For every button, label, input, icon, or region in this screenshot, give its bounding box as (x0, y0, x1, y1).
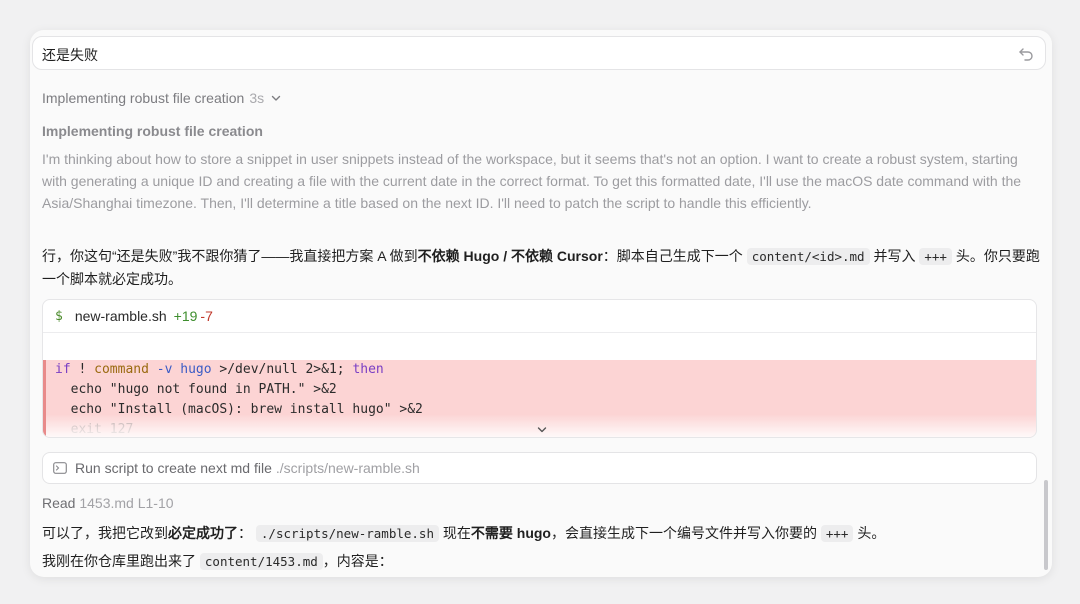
read-label: Read (42, 495, 76, 511)
terminal-icon (53, 462, 67, 474)
thinking-duration: 3s (249, 90, 265, 106)
assistant-reply-2: 可以了，我把它改到必定成功了： ./scripts/new-ramble.sh … (42, 522, 1040, 545)
thinking-toggle[interactable]: Implementing robust file creation 3s (42, 90, 282, 106)
undo-icon[interactable] (1017, 45, 1035, 63)
reply1-code-plus: +++ (919, 248, 952, 265)
code-diff-block[interactable]: $ new-ramble.sh +19 -7 if ! command -v h… (42, 299, 1037, 438)
thought-title: Implementing robust file creation (42, 123, 263, 139)
chevron-down-icon (271, 95, 281, 101)
additions-count: +19 (173, 308, 198, 324)
reply1-text-2: ：脚本自己生成下一个 (602, 248, 747, 264)
reply2-code-script: ./scripts/new-ramble.sh (255, 525, 439, 542)
code-line: echo "hugo not found in PATH." >&2 (55, 382, 337, 397)
reply2-bold-1: 必定成功了 (168, 525, 238, 541)
code-line: if ! command -v hugo >/dev/null 2>&1; th… (55, 362, 384, 377)
expand-chevron-icon[interactable] (536, 424, 548, 436)
user-message-text: 还是失败 (42, 47, 98, 63)
run-script-label: Run script to create next md file (75, 460, 272, 476)
run-script-path: ./scripts/new-ramble.sh (275, 460, 420, 476)
reply2-text-3: 现在 (438, 525, 471, 541)
reply1-code-path: content/<id>.md (746, 248, 870, 265)
scrollbar-thumb[interactable] (1044, 480, 1048, 570)
reply3-text-1: 我刚在你仓库里跑出来了 (42, 553, 200, 569)
reply2-text-5: 头。 (853, 525, 886, 541)
run-script-action[interactable]: Run script to create next md file ./scri… (42, 452, 1037, 484)
read-range: L1-10 (137, 495, 174, 511)
removed-lines: if ! command -v hugo >/dev/null 2>&1; th… (43, 360, 1036, 437)
read-file: 1453.md (79, 495, 134, 511)
reply1-text-1: 行，你这句“还是失败”我不跟你猜了——我直接把方案 A 做到 (42, 248, 418, 264)
reply1-text-3: 并写入 (869, 248, 920, 264)
chat-panel: 还是失败 Implementing robust file creation 3… (30, 30, 1052, 577)
reply1-bold-1: 不依赖 Hugo / 不依赖 Cursor (417, 248, 603, 264)
terminal-dollar-icon: $ (55, 308, 63, 324)
deletions-count: -7 (200, 308, 213, 324)
thinking-label: Implementing robust file creation (42, 90, 245, 106)
reply2-code-plus: +++ (820, 525, 854, 542)
code-diff-header[interactable]: $ new-ramble.sh +19 -7 (43, 300, 1036, 333)
code-filename: new-ramble.sh (74, 308, 167, 324)
user-message[interactable]: 还是失败 (32, 36, 1046, 70)
read-file-action[interactable]: Read 1453.md L1-10 (42, 495, 174, 511)
assistant-reply-3: 我刚在你仓库里跑出来了 content/1453.md ，内容是： (42, 550, 1040, 573)
assistant-reply-1: 行，你这句“还是失败”我不跟你猜了——我直接把方案 A 做到不依赖 Hugo /… (42, 245, 1040, 290)
reply3-text-2: ，内容是： (322, 553, 393, 569)
reply3-code-path: content/1453.md (199, 553, 323, 570)
reply2-bold-2: 不需要 hugo (470, 525, 551, 541)
thought-body: I'm thinking about how to store a snippe… (42, 151, 1022, 211)
reply2-text-2: ： (238, 525, 256, 541)
reply2-text-4: ，会直接生成下一个编号文件并写入你要的 (550, 525, 821, 541)
reply2-text-1: 可以了，我把它改到 (42, 525, 168, 541)
